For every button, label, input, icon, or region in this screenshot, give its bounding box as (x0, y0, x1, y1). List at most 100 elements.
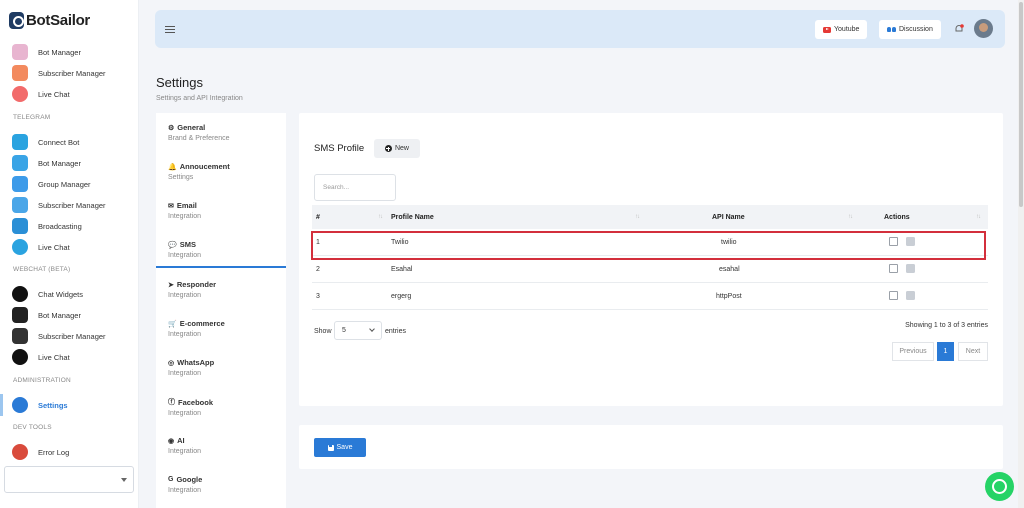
sort-icon[interactable]: ↑↓ (635, 214, 640, 220)
sidebar-item-chat-widgets[interactable]: Chat Widgets (12, 285, 83, 303)
section-webchat: WEBCHAT (BETA) (13, 266, 71, 273)
whatsapp-chat-button[interactable] (985, 472, 1014, 501)
settings-nav-announcement[interactable]: 🔔 Annoucement Settings (156, 152, 286, 190)
sidebar-item-messenger-subscriber-manager[interactable]: Subscriber Manager (12, 64, 106, 82)
brand-logo[interactable]: BotSailor (9, 10, 90, 30)
show-label: Show (314, 328, 332, 335)
sidebar-item-messenger-bot-manager[interactable]: Bot Manager (12, 43, 81, 61)
settings-nav-ecommerce[interactable]: 🛒 E-commerce Integration (156, 309, 286, 347)
entries-select[interactable]: 5 (334, 321, 382, 340)
settings-nav-google[interactable]: G Google Integration (156, 465, 286, 503)
save-label: Save (336, 444, 353, 451)
nav-title: General (177, 123, 206, 132)
user-avatar[interactable] (974, 19, 993, 38)
chat-widget-icon (12, 286, 28, 302)
new-profile-button[interactable]: New (374, 139, 420, 158)
edit-icon[interactable] (889, 264, 898, 273)
sidebar-item-webchat-live-chat[interactable]: Live Chat (12, 348, 70, 366)
gear-icon: ⚙ (168, 124, 175, 132)
settings-nav-whatsapp[interactable]: ◎ WhatsApp Integration (156, 348, 286, 386)
nav-title: Annoucement (179, 162, 230, 171)
trash-icon[interactable] (906, 291, 915, 300)
sidebar-item-label: Bot Manager (38, 47, 81, 57)
col-profile-name[interactable]: Profile Name (391, 214, 434, 221)
nav-title: Google (176, 475, 203, 484)
hamburger-menu-icon[interactable] (165, 26, 175, 33)
nav-title: Email (176, 201, 197, 210)
nav-subtitle: Integration (168, 410, 202, 417)
new-label: New (394, 145, 409, 152)
settings-gear-icon (12, 397, 28, 413)
row-number: 2 (316, 266, 320, 273)
sidebar-item-label: Chat Widgets (38, 289, 84, 299)
nav-title: AI (177, 436, 185, 445)
nav-title: Facebook (178, 397, 214, 407)
telegram-livechat-icon (12, 239, 28, 255)
save-button[interactable]: Save (314, 438, 366, 457)
sidebar-item-label: Broadcasting (38, 221, 82, 231)
robot-icon: ◉ (168, 437, 175, 445)
settings-nav-responder[interactable]: ➤ Responder Integration (156, 270, 286, 308)
facebook-icon: ⓕ (168, 399, 175, 406)
telegram-subscriber-icon (12, 197, 28, 213)
save-panel: Save (299, 425, 1003, 469)
settings-nav-email[interactable]: ✉ Email Integration (156, 191, 286, 229)
pagination-next[interactable]: Next (958, 342, 988, 361)
sidebar-item-webchat-subscriber-manager[interactable]: Subscriber Manager (12, 327, 106, 345)
youtube-label: Youtube (834, 26, 860, 33)
sidebar-item-label: Bot Manager (38, 310, 81, 320)
nav-title: SMS (179, 240, 196, 249)
nav-subtitle: Integration (168, 292, 202, 299)
settings-nav-general[interactable]: ⚙ General Brand & Preference (156, 113, 286, 151)
table-row[interactable]: 2 Esahal esahal (312, 256, 988, 283)
sidebar-item-connect-bot[interactable]: Connect Bot (12, 133, 79, 151)
nav-subtitle: Integration (168, 370, 202, 377)
sidebar-select[interactable] (4, 466, 134, 493)
sidebar-item-telegram-bot-manager[interactable]: Bot Manager (12, 154, 81, 172)
sidebar-item-telegram-subscriber-manager[interactable]: Subscriber Manager (12, 196, 106, 214)
sidebar-item-error-log[interactable]: Error Log (12, 443, 69, 461)
col-number[interactable]: # (316, 214, 320, 221)
broadcast-icon (12, 218, 28, 234)
sort-icon[interactable]: ↑↓ (976, 214, 981, 220)
sort-icon[interactable]: ↑↓ (848, 214, 853, 220)
sidebar-item-settings[interactable]: Settings (12, 396, 68, 414)
col-api-name[interactable]: API Name (712, 214, 745, 221)
nav-subtitle: Integration (168, 252, 202, 259)
discussion-label: Discussion (899, 26, 933, 33)
webchat-subscriber-icon (12, 328, 28, 344)
edit-icon[interactable] (889, 291, 898, 300)
row-api-name: httpPost (716, 293, 742, 300)
table-row[interactable]: 3 ergerg httpPost (312, 283, 988, 310)
sidebar-item-broadcasting[interactable]: Broadcasting (12, 217, 82, 235)
nav-subtitle: Settings (168, 174, 194, 181)
pagination-page-1[interactable]: 1 (937, 342, 954, 361)
pagination-previous[interactable]: Previous (892, 342, 934, 361)
google-icon: G (168, 476, 174, 483)
sidebar-item-label: Live Chat (38, 242, 70, 252)
bell-icon[interactable] (954, 24, 964, 34)
sidebar-item-telegram-live-chat[interactable]: Live Chat (12, 238, 70, 256)
sidebar-item-messenger-live-chat[interactable]: Live Chat (12, 85, 70, 103)
paper-plane-icon: ➤ (168, 281, 174, 289)
sidebar-item-label: Live Chat (38, 89, 70, 99)
page-scrollbar[interactable] (1018, 0, 1024, 508)
settings-nav-ai[interactable]: ◉ AI Integration (156, 426, 286, 464)
section-telegram: TELEGRAM (13, 114, 51, 121)
scrollbar-thumb[interactable] (1019, 2, 1023, 207)
trash-icon[interactable] (906, 264, 915, 273)
discussion-button[interactable]: Discussion (879, 20, 941, 39)
messenger-subscriber-icon (12, 65, 28, 81)
showing-info: Showing 1 to 3 of 3 entries (905, 322, 988, 329)
sidebar-item-label: Error Log (38, 447, 70, 457)
search-input[interactable] (314, 174, 396, 201)
nav-title: WhatsApp (177, 358, 215, 367)
sort-icon[interactable]: ↑↓ (378, 214, 383, 220)
sidebar-item-webchat-bot-manager[interactable]: Bot Manager (12, 306, 81, 324)
sidebar-item-group-manager[interactable]: Group Manager (12, 175, 91, 193)
plus-circle-icon (384, 145, 392, 152)
brand-name: BotSailor (26, 11, 90, 29)
settings-nav-sms[interactable]: 💬 SMS Integration (156, 230, 286, 268)
youtube-button[interactable]: Youtube (815, 20, 868, 39)
settings-nav-facebook[interactable]: ⓕ Facebook Integration (156, 387, 286, 425)
